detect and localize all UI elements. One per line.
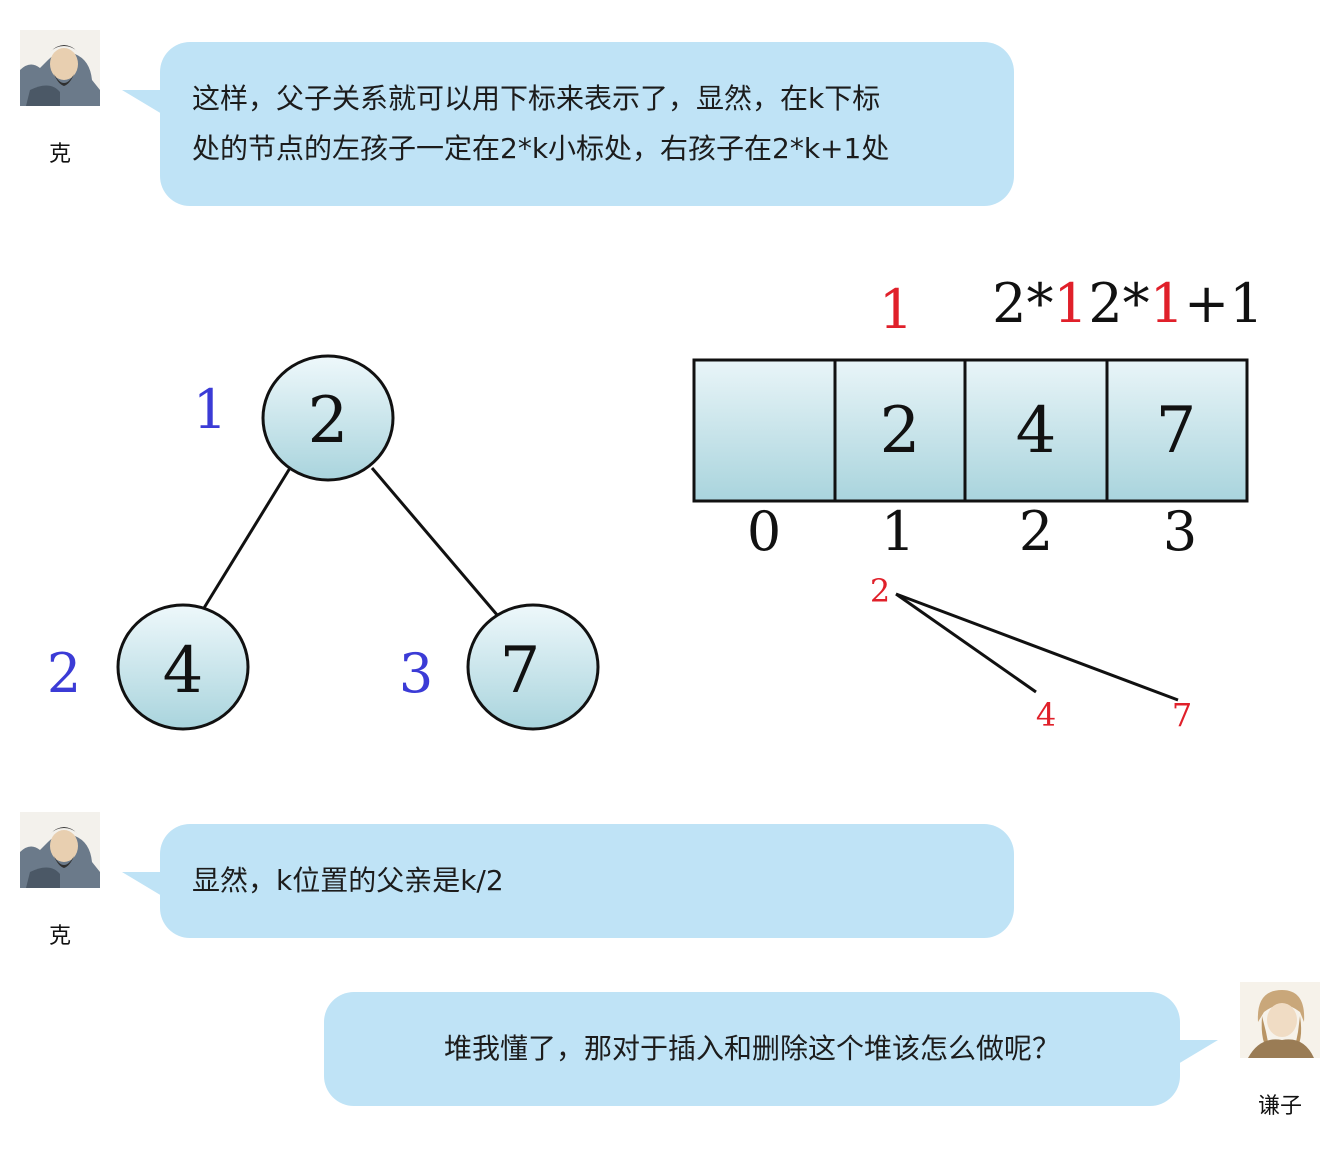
avatar-ke <box>20 812 100 888</box>
array-index: 0 <box>747 500 781 563</box>
message-bubble: 显然，k位置的父亲是k/2 <box>122 824 1014 938</box>
label-part: +1 <box>1184 272 1264 335</box>
message-line: 这样，父子关系就可以用下标来表示了，显然，在k下标 <box>192 82 881 115</box>
avatar-qianzi <box>1240 982 1320 1058</box>
speaker-name: 谦子 <box>1257 1094 1302 1119</box>
tree-node-left: 4 <box>116 603 250 731</box>
array-label-parent: 1 <box>879 278 913 341</box>
tree-edges <box>202 467 500 617</box>
message-line: 显然，k位置的父亲是k/2 <box>192 864 504 897</box>
array-index: 1 <box>881 500 915 563</box>
tree-edge-right <box>370 467 500 617</box>
array-index: 3 <box>1163 500 1197 563</box>
mini-tree-edge <box>895 592 1037 694</box>
tree-node-index: 2 <box>47 642 81 705</box>
array-label-left-child: 2*1 <box>992 272 1088 335</box>
tree-node-index: 3 <box>399 642 433 705</box>
speaker-name: 克 <box>48 924 71 949</box>
bubble-tail <box>122 90 162 114</box>
message-line: 堆我懂了，那对于插入和删除这个堆该怎么做呢？ <box>444 1032 1061 1065</box>
sage-portrait-icon <box>20 812 100 888</box>
tree-node-root: 2 <box>261 354 395 482</box>
speaker-name: 克 <box>48 142 71 167</box>
message-bubble: 堆我懂了，那对于插入和删除这个堆该怎么做呢？ <box>324 992 1218 1106</box>
heap-diagram: 2 1 4 2 7 3 1 2*1 2*1+1 2 4 7 0 1 2 3 2 … <box>47 272 1264 734</box>
mini-tree: 2 4 7 <box>870 572 1192 734</box>
tree-node-value: 4 <box>163 634 204 708</box>
label-part: 2* <box>992 272 1053 335</box>
label-part: 2* <box>1088 272 1149 335</box>
message-bubble: 这样，父子关系就可以用下标来表示了，显然，在k下标 处的节点的左孩子一定在2*k… <box>122 42 1014 206</box>
sage-portrait-icon <box>20 30 100 106</box>
label-part: 1 <box>1054 272 1088 335</box>
label-part: 1 <box>1150 272 1184 335</box>
scholar-portrait-icon <box>1240 982 1320 1058</box>
mini-tree-left: 4 <box>1036 696 1056 734</box>
array-cell-value: 7 <box>1156 394 1197 468</box>
bubble-tail <box>122 872 162 896</box>
tree-edge-left <box>202 467 292 609</box>
message-line: 处的节点的左孩子一定在2*k小标处，右孩子在2*k+1处 <box>192 132 890 165</box>
array-index: 2 <box>1019 500 1053 563</box>
array-cell-value: 4 <box>1016 394 1057 468</box>
tree-node-value: 2 <box>308 384 349 458</box>
array-label-right-child: 2*1+1 <box>1088 272 1263 335</box>
mini-tree-edge <box>895 592 1179 702</box>
avatar-ke <box>20 30 100 106</box>
tree-node-value: 7 <box>500 634 541 708</box>
mini-tree-right: 7 <box>1172 696 1192 734</box>
array: 2 4 7 <box>692 358 1249 503</box>
array-cell-value: 2 <box>880 394 921 468</box>
tree-node-right: 7 <box>466 603 600 731</box>
tree-node-index: 1 <box>193 378 227 441</box>
bubble-tail <box>1178 1040 1218 1064</box>
array-cell <box>692 358 837 503</box>
mini-tree-root: 2 <box>870 572 890 610</box>
